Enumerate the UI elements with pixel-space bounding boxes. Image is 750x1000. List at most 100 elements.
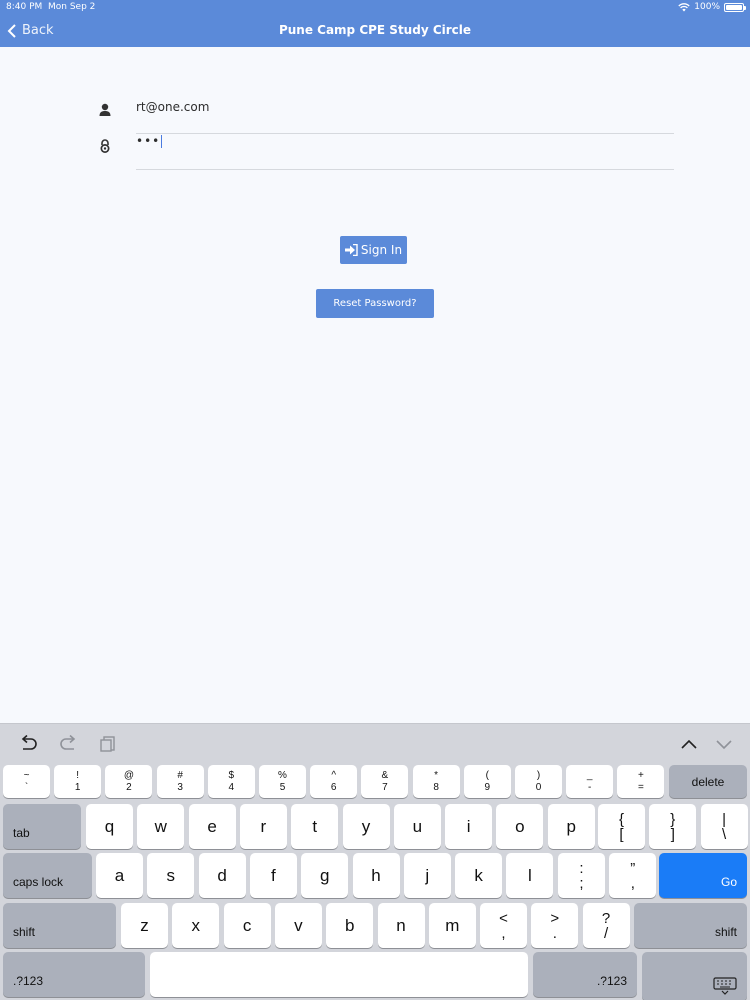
tab-key[interactable]: tab	[3, 804, 81, 849]
key-,[interactable]: <,	[480, 903, 527, 948]
key-t[interactable]: t	[291, 804, 339, 849]
hide-keyboard-key[interactable]	[642, 952, 747, 1000]
paste-icon[interactable]	[99, 735, 119, 753]
key-label-top: (	[485, 769, 489, 781]
key-label: d	[217, 865, 227, 885]
shift-key-left[interactable]: shift	[3, 903, 116, 948]
key-9[interactable]: (9	[463, 765, 511, 798]
reset-password-button[interactable]: Reset Password?	[316, 289, 434, 318]
key-label: h	[371, 865, 381, 885]
status-bar: 8:40 PM Mon Sep 2 100%	[0, 0, 750, 15]
key-3[interactable]: #3	[156, 765, 204, 798]
key-=[interactable]: + =	[617, 765, 665, 798]
key-label: shift	[714, 925, 737, 939]
key-,[interactable]: ”,	[609, 853, 657, 898]
key-h[interactable]: h	[352, 853, 400, 898]
key-;[interactable]: :;	[558, 853, 605, 898]
key-][interactable]: }]	[649, 804, 697, 849]
sign-in-button[interactable]: Sign In	[340, 236, 407, 264]
password-field[interactable]: •••	[97, 134, 674, 170]
key-label-bottom: [	[619, 825, 624, 843]
undo-icon[interactable]	[19, 735, 39, 753]
key-label-top: #	[177, 769, 183, 781]
key-n[interactable]: n	[377, 903, 425, 948]
navigation-bar: 8:40 PM Mon Sep 2 100% Back Pune Camp CP…	[0, 0, 750, 47]
key--[interactable]: _ -	[566, 765, 614, 798]
keyboard-toolbar	[0, 724, 750, 765]
space-bar[interactable]	[150, 952, 528, 997]
key-f[interactable]: f	[249, 853, 297, 898]
redo-icon[interactable]	[58, 735, 78, 753]
key-\[interactable]: | \	[700, 804, 748, 849]
key-j[interactable]: j	[403, 853, 451, 898]
key-label: g	[319, 865, 330, 885]
key-1[interactable]: ! 1	[54, 765, 102, 798]
key-k[interactable]: k	[455, 853, 503, 898]
key-label-bottom: 7	[382, 781, 388, 793]
key-v[interactable]: v	[274, 903, 322, 948]
key-label: u	[412, 816, 423, 836]
delete-key[interactable]: delete	[669, 765, 747, 798]
shift-key-right[interactable]: shift	[634, 903, 747, 948]
key-b[interactable]: b	[326, 903, 374, 948]
key-e[interactable]: e	[188, 804, 236, 849]
key-a[interactable]: a	[96, 853, 143, 898]
key-c[interactable]: c	[223, 903, 271, 948]
key-label: caps lock	[13, 875, 64, 889]
key-[[interactable]: {[	[598, 804, 645, 849]
key-label-top: +	[637, 769, 644, 781]
key-u[interactable]: u	[393, 804, 441, 849]
key-2[interactable]: @2	[105, 765, 153, 798]
key-label: .?123	[13, 974, 44, 988]
key-z[interactable]: z	[121, 903, 168, 948]
numbers-key-left[interactable]: .?123	[3, 952, 145, 997]
key-label-bottom: ,	[630, 874, 635, 892]
numbers-key-right[interactable]: .?123	[533, 952, 637, 997]
caps-lock-key[interactable]: caps lock	[3, 853, 92, 898]
key-6[interactable]: ^ 6	[310, 765, 358, 798]
key-7[interactable]: & 7	[361, 765, 409, 798]
key-x[interactable]: x	[172, 903, 220, 948]
key-d[interactable]: d	[198, 853, 246, 898]
key-i[interactable]: i	[445, 804, 493, 849]
key-0[interactable]: ) 0	[515, 765, 562, 798]
key-label-bottom: 3	[177, 781, 183, 793]
key-label: Go	[720, 875, 737, 889]
go-key[interactable]: Go	[659, 853, 747, 898]
key-w[interactable]: w	[137, 804, 185, 849]
chevron-down-icon[interactable]	[714, 735, 734, 753]
sign-in-label: Sign In	[360, 243, 403, 257]
key-p[interactable]: p	[547, 804, 595, 849]
key-m[interactable]: m	[428, 903, 476, 948]
key-5[interactable]: % 5	[259, 765, 306, 798]
key-label: m	[445, 915, 460, 935]
key-label-bottom: 0	[535, 781, 542, 793]
password-dots: •••	[136, 134, 161, 148]
key-y[interactable]: y	[342, 804, 390, 849]
key-label-bottom: ]	[670, 825, 675, 843]
key-r[interactable]: r	[239, 804, 287, 849]
key-s[interactable]: s	[147, 853, 195, 898]
text-caret	[161, 135, 163, 148]
key-label: k	[474, 865, 483, 885]
key-label-bottom: /	[604, 924, 609, 942]
key-label-bottom: 2	[126, 781, 132, 793]
key-/[interactable]: ? /	[582, 903, 630, 948]
key-l[interactable]: l	[506, 853, 554, 898]
key-label-top: }	[670, 810, 676, 828]
username-value[interactable]: rt@one.com	[136, 100, 209, 114]
key-label: c	[242, 915, 252, 935]
password-value[interactable]: •••	[136, 134, 163, 148]
keyboard-hide-icon	[713, 977, 737, 995]
key-g[interactable]: g	[301, 853, 349, 898]
username-field[interactable]: rt@one.com	[97, 98, 674, 134]
key-.[interactable]: >.	[531, 903, 579, 948]
key-label-bottom: -	[588, 781, 592, 793]
chevron-up-icon[interactable]	[679, 735, 699, 753]
key-o[interactable]: o	[496, 804, 544, 849]
key-4[interactable]: $4	[207, 765, 255, 798]
key-q[interactable]: q	[86, 804, 133, 849]
key-`[interactable]: ~ `	[3, 765, 50, 798]
key-label: z	[140, 915, 149, 935]
key-8[interactable]: * 8	[412, 765, 460, 798]
